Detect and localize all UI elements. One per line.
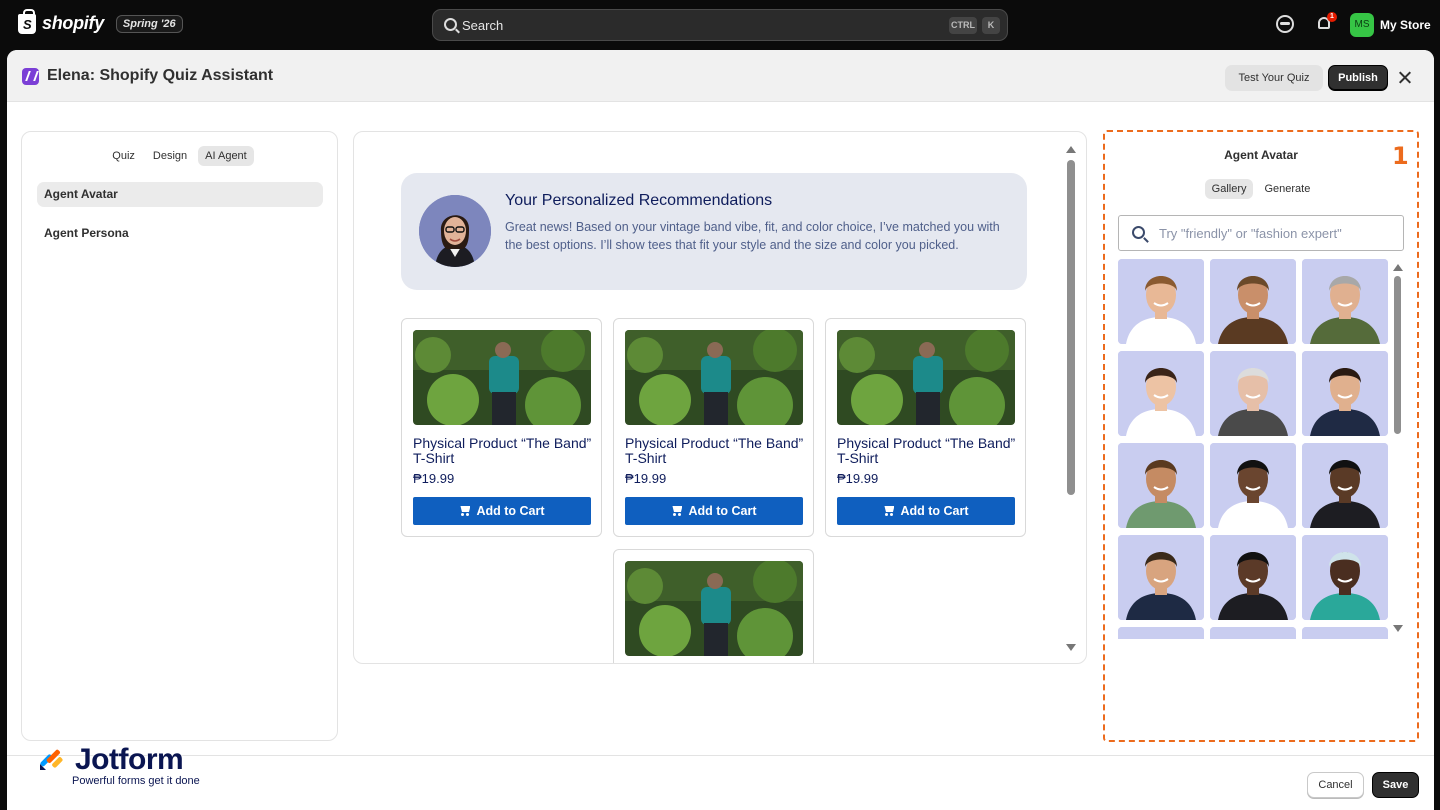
cart-icon [883,506,895,516]
partial-avatar[interactable] [1210,627,1296,639]
recommendation-text: Great news! Based on your vintage band v… [505,220,1000,252]
add-to-cart-button[interactable]: Add to Cart [413,497,591,525]
avatar-search-placeholder: Try "friendly" or "fashion expert" [1159,226,1342,241]
quiz-preview-pane: Your Personalized Recommendations Great … [353,131,1087,664]
scroll-thumb[interactable] [1067,160,1075,495]
partial-avatar[interactable] [1302,627,1388,639]
jotform-tagline: Powerful forms get it done [72,775,200,787]
save-button[interactable]: Save [1372,772,1419,798]
business-woman-avatar[interactable] [1302,443,1388,528]
avatar-search-input[interactable]: Try "friendly" or "fashion expert" [1118,215,1404,251]
suit-man-glasses-avatar[interactable] [1302,351,1388,436]
sidebar-item-agent-persona[interactable]: Agent Persona [37,221,323,246]
product-title: Physical Product “The Band” T-Shirt [413,435,592,466]
jotform-app-icon [22,68,39,85]
sidebar-item-agent-avatar[interactable]: Agent Avatar [37,182,323,207]
settings-sidebar: Quiz Design AI Agent Agent Avatar Agent … [21,131,338,741]
jotform-logo-icon [40,749,63,770]
teacher-woman-avatar[interactable] [1118,443,1204,528]
modal-title: Elena: Shopify Quiz Assistant [47,67,274,84]
smiling-woman-avatar[interactable] [1118,351,1204,436]
store-avatar: MS [1350,13,1374,37]
scroll-up-arrow-icon[interactable] [1066,146,1076,153]
search-icon [444,18,457,31]
product-price: ₱19.99 [837,471,879,486]
search-placeholder: Search [462,18,504,33]
nurse-woman-avatar[interactable] [1302,535,1388,620]
edition-badge[interactable]: Spring '26 [115,14,183,33]
tab-gallery[interactable]: Gallery [1204,179,1254,199]
avatar-source-tabs: Gallery Generate [1105,179,1417,199]
global-search-input[interactable]: Search CTRL K [432,9,1008,41]
sidekick-assistant-icon[interactable] [1276,15,1294,33]
tab-design[interactable]: Design [146,146,194,166]
search-icon [1132,226,1145,239]
product-image [413,330,591,425]
agent-avatar-panel: Agent Avatar 1 Gallery Generate Try "fri… [1103,130,1419,742]
shopify-bag-icon: S [18,8,36,34]
scroll-up-arrow-icon[interactable] [1393,264,1403,271]
business-man-avatar[interactable] [1118,259,1204,344]
shortcut-ctrl-key: CTRL [949,17,977,34]
notification-count-badge: 1 [1327,12,1337,22]
preview-scrollbar[interactable] [1066,146,1076,651]
professional-woman-avatar[interactable] [1210,535,1296,620]
panel-title: Agent Avatar [1224,148,1298,162]
cart-icon [671,506,683,516]
product-image [837,330,1015,425]
product-card[interactable]: Physical Product “The Band” T-Shirt ₱19.… [401,318,602,537]
avatar-gallery [1118,259,1396,639]
modal-footer: Jotform Powerful forms get it done Cance… [7,743,1434,810]
scroll-down-arrow-icon[interactable] [1066,644,1076,651]
admin-topbar: S shopify Spring '26 Search CTRL K 1 MS … [0,0,1440,50]
app-modal: Elena: Shopify Quiz Assistant Test Your … [7,50,1434,810]
product-card[interactable]: Physical Product “The Band” T-Shirt ₱19.… [613,318,814,537]
add-to-cart-label: Add to Cart [688,504,757,518]
product-image [625,330,803,425]
hiker-man-avatar[interactable] [1302,259,1388,344]
scroll-down-arrow-icon[interactable] [1393,625,1403,632]
add-to-cart-label: Add to Cart [476,504,545,518]
store-menu[interactable]: MS My Store [1350,13,1431,37]
cancel-button[interactable]: Cancel [1307,772,1364,798]
tab-quiz[interactable]: Quiz [105,146,142,166]
product-price: ₱19.99 [625,471,667,486]
store-name: My Store [1380,18,1431,32]
product-title: Physical Product “The Band” T-Shirt [625,435,804,466]
publish-button[interactable]: Publish [1328,65,1388,91]
modal-header: Elena: Shopify Quiz Assistant Test Your … [7,50,1434,102]
brand-name: shopify [42,13,104,33]
scroll-thumb[interactable] [1394,276,1401,434]
tab-generate[interactable]: Generate [1257,179,1317,199]
product-card[interactable]: Physical Product “The Band” T-Shirt ₱19.… [825,318,1026,537]
add-to-cart-label: Add to Cart [900,504,969,518]
settings-tabs: Quiz Design AI Agent [22,146,337,166]
jotform-logo-text: Jotform [75,743,184,776]
close-icon[interactable] [1397,70,1413,86]
recommendation-title: Your Personalized Recommendations [505,192,773,209]
tab-ai-agent[interactable]: AI Agent [198,146,254,166]
agent-avatar-image [419,195,491,267]
product-price: ₱19.99 [413,471,455,486]
gallery-scrollbar[interactable] [1393,264,1403,632]
doctor-man-avatar[interactable] [1210,443,1296,528]
cowboy-hat-man-avatar[interactable] [1210,259,1296,344]
shortcut-k-key: K [982,17,1000,34]
step-marker: 1 [1392,142,1409,170]
product-title: Physical Product “The Band” T-Shirt [837,435,1016,466]
notifications-bell-icon[interactable]: 1 [1316,12,1337,33]
recommendation-message-card: Your Personalized Recommendations Great … [401,173,1027,290]
elderly-man-avatar[interactable] [1210,351,1296,436]
partial-avatar[interactable] [1118,627,1204,639]
test-quiz-button[interactable]: Test Your Quiz [1225,65,1323,91]
smiling-man-suit-avatar[interactable] [1118,535,1204,620]
add-to-cart-button[interactable]: Add to Cart [625,497,803,525]
shopify-logo[interactable]: S shopify Spring '26 [18,8,183,34]
product-image [625,561,803,656]
add-to-cart-button[interactable]: Add to Cart [837,497,1015,525]
cart-icon [459,506,471,516]
product-card[interactable] [613,549,814,663]
